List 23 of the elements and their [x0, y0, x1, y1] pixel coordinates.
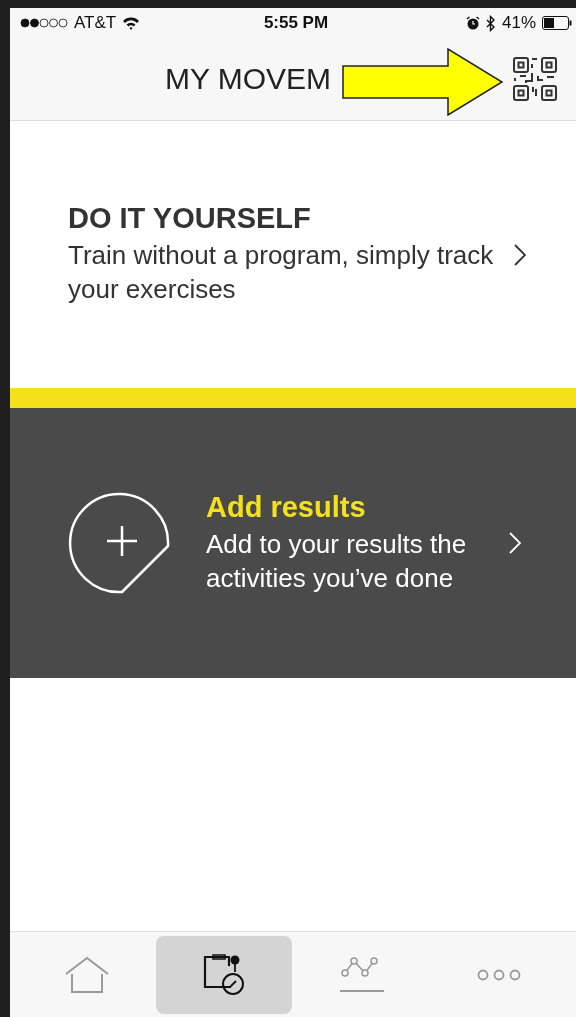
bluetooth-icon: [485, 14, 496, 32]
status-time: 5:55 PM: [263, 13, 329, 33]
carrier-name: AT&T: [74, 13, 117, 33]
add-results-card[interactable]: Add results Add to your results the activities you’ve done: [10, 408, 576, 678]
page-title: MY MOVEM: [164, 62, 332, 96]
tab-bar-item[interactable]: [156, 935, 293, 1014]
battery-percent: 41%: [501, 13, 536, 33]
alarm-icon: [465, 16, 480, 30]
card-title: DO IT YOURSELF: [68, 202, 312, 236]
chevron-right-icon: [509, 532, 521, 554]
wifi-icon: [122, 16, 141, 30]
card-description: Add to your results the activities you’ve done: [206, 527, 468, 595]
card-description: Train without a program, simply track your exercises: [68, 239, 494, 306]
home-icon: [63, 955, 110, 994]
card-title: Add results: [206, 490, 367, 524]
line-graph-icon: [338, 954, 385, 995]
more-icon: [477, 968, 522, 981]
qr-code-icon: [512, 56, 558, 102]
signal-icon: [20, 18, 68, 28]
chevron-right-icon: [514, 243, 526, 266]
qr-code-button[interactable]: [510, 54, 560, 104]
battery-icon: [542, 16, 572, 30]
clipboard-stopwatch-icon: [203, 953, 246, 996]
